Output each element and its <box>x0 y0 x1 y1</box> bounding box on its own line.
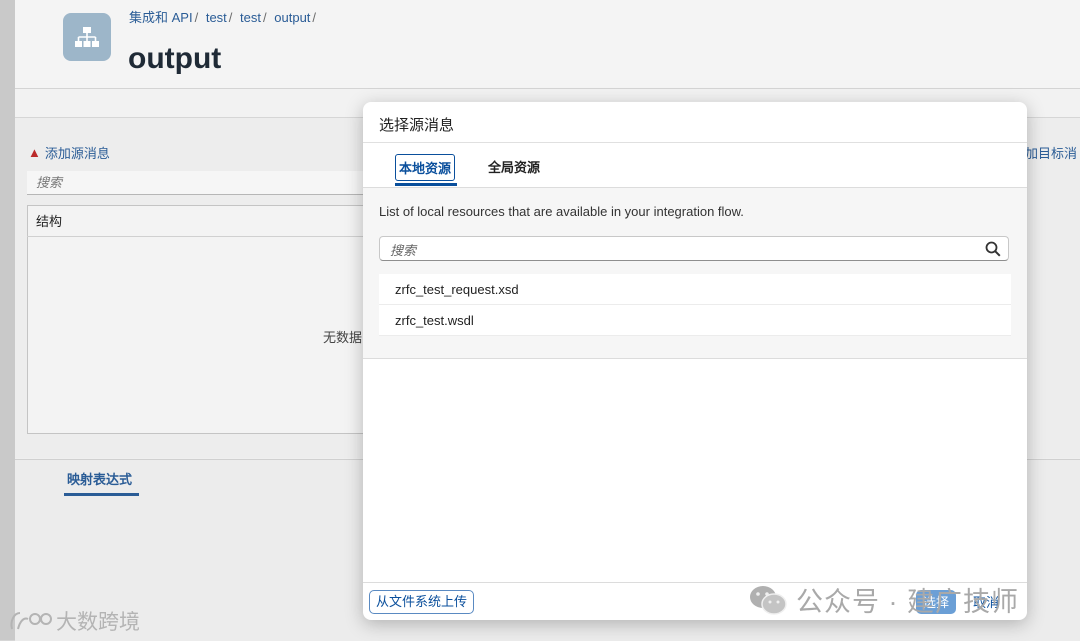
watermark-right: 公众号 · 建广技师 <box>748 580 1019 619</box>
integration-flow-icon <box>63 13 111 61</box>
wechat-icon <box>750 585 787 615</box>
resources-description: List of local resources that are availab… <box>379 204 744 219</box>
resource-search-input[interactable] <box>388 240 972 260</box>
no-data-label: 无数据 <box>323 330 363 345</box>
upload-from-filesystem-button[interactable]: 从文件系统上传 <box>369 590 475 614</box>
tab-local-resources[interactable]: 本地资源 <box>395 154 456 181</box>
structure-table <box>27 205 367 434</box>
dialog-tabbar: 本地资源 全局资源 <box>363 143 1027 188</box>
tab-active-indicator <box>395 183 457 186</box>
list-item-request-xsd[interactable]: zrfc_test_request.xsd <box>379 274 1011 305</box>
tab-global-resources[interactable]: 全局资源 <box>485 154 543 179</box>
add-target-message-link[interactable]: 加目标消 <box>1025 143 1077 162</box>
breadcrumb-separator: / <box>263 10 267 25</box>
add-source-label: 添加源消息 <box>44 146 110 161</box>
resource-list: zrfc_test_request.xsd zrfc_test.wsdl <box>379 274 1011 336</box>
tab-mapping-expression[interactable]: 映射表达式 <box>67 469 132 488</box>
resource-search-field <box>379 236 1009 261</box>
dialog-content: List of local resources that are availab… <box>363 188 1027 359</box>
breadcrumb-item-test-1[interactable]: test <box>206 10 227 25</box>
brand-logo-icon <box>10 612 52 630</box>
source-search-input[interactable]: 搜索 <box>27 171 367 195</box>
watermark-right-text: 公众号 · 建广技师 <box>796 587 1019 617</box>
watermark-left: 大数跨境 <box>8 606 140 636</box>
page-title: output <box>128 42 222 75</box>
breadcrumb: 集成和 API / test / test / output / <box>129 7 320 26</box>
breadcrumb-item-output[interactable]: output <box>274 10 310 25</box>
breadcrumb-separator: / <box>228 10 233 25</box>
structure-column-header: 结构 <box>36 214 63 229</box>
warning-icon: ▲ <box>28 145 41 160</box>
breadcrumb-separator: / <box>194 10 199 25</box>
breadcrumb-item-integration-api[interactable]: 集成和 API <box>129 10 193 25</box>
left-edge-bar <box>0 0 15 640</box>
breadcrumb-item-test-2[interactable]: test <box>240 10 261 25</box>
structure-header-divider <box>27 236 367 237</box>
tab-active-indicator <box>64 493 139 496</box>
select-source-dialog: 选择源消息 本地资源 全局资源 List of local resources … <box>363 102 1027 620</box>
list-item-test-wsdl[interactable]: zrfc_test.wsdl <box>379 305 1011 336</box>
breadcrumb-separator: / <box>312 10 317 25</box>
dialog-title: 选择源消息 <box>379 117 455 134</box>
search-icon[interactable] <box>985 241 1001 257</box>
watermark-left-text: 大数跨境 <box>56 611 140 634</box>
add-source-message-link[interactable]: ▲ 添加源消息 <box>28 143 110 162</box>
